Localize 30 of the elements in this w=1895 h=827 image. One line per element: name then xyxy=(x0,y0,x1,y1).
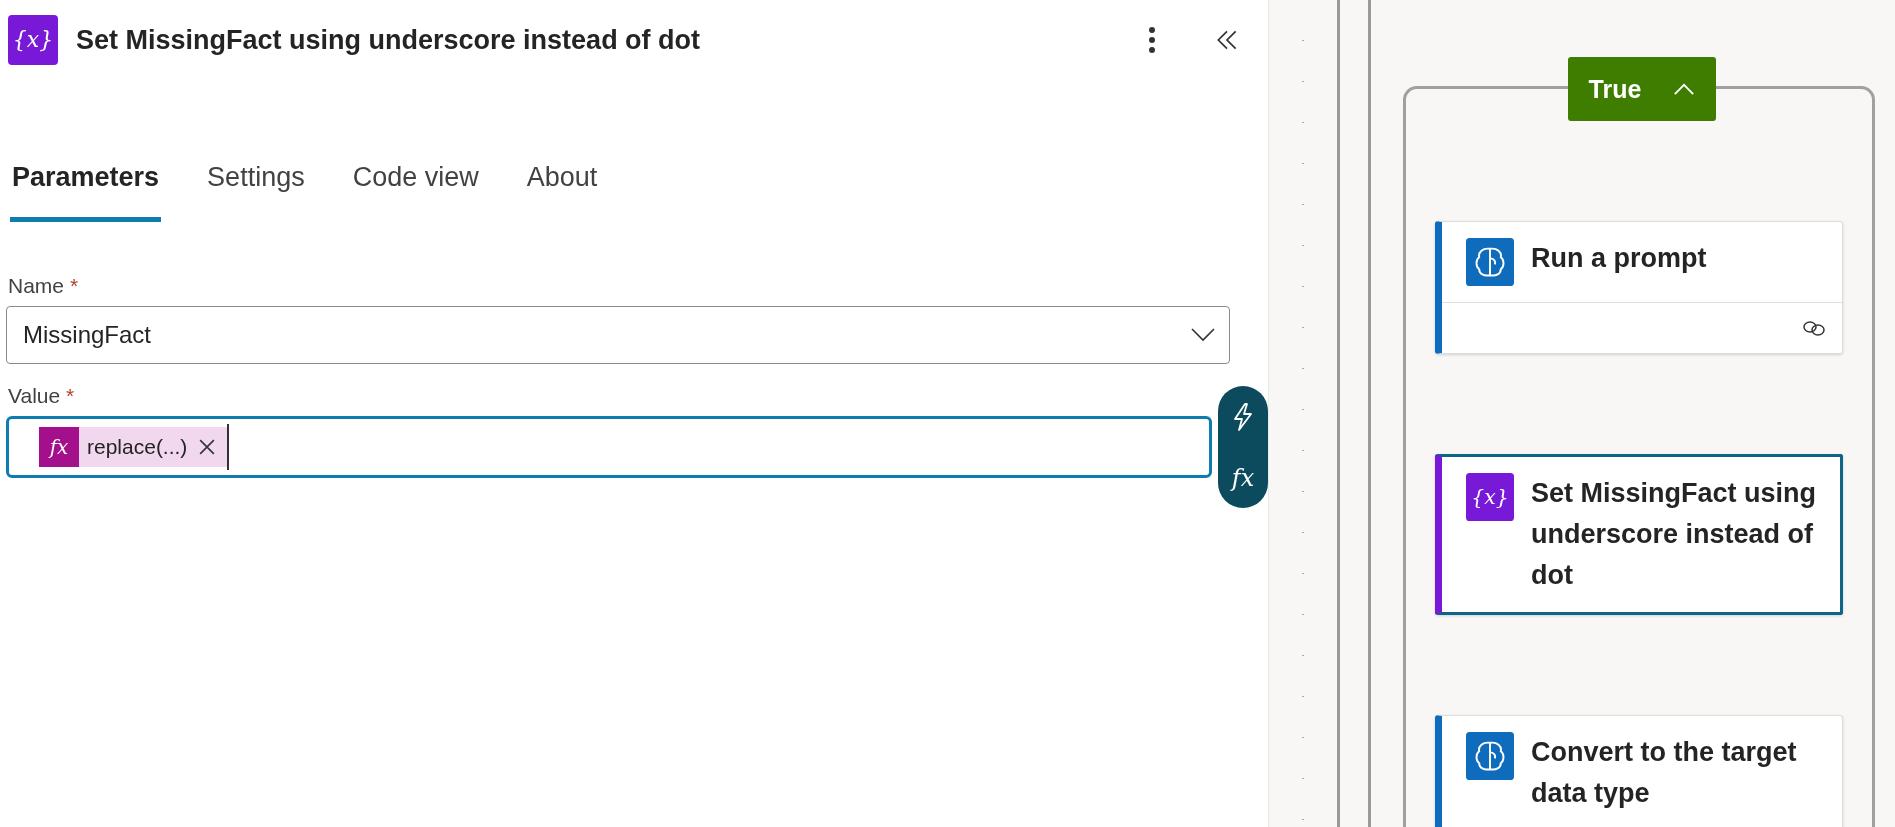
link-icon xyxy=(1802,320,1826,336)
brain-icon xyxy=(1466,238,1514,286)
tab[interactable]: About xyxy=(524,158,600,222)
chevron-up-icon xyxy=(1673,82,1696,96)
card-title: Convert to the target data type xyxy=(1531,736,1798,810)
function-icon[interactable]: fx xyxy=(1228,462,1258,493)
name-dropdown[interactable]: MissingFact xyxy=(6,306,1230,364)
chevron-down-icon xyxy=(1191,328,1215,342)
tab[interactable]: Parameters xyxy=(10,158,162,222)
branch-badge[interactable]: True xyxy=(1568,57,1716,121)
panel-title: Set MissingFact using underscore instead of dot xyxy=(76,24,701,56)
brain-icon xyxy=(1466,732,1514,780)
variable-icon: {x} xyxy=(1466,473,1514,521)
more-options-icon[interactable] xyxy=(1148,27,1156,53)
expression-token[interactable]: fx replace(...) xyxy=(39,427,228,467)
variable-icon: {x} xyxy=(8,15,58,65)
tab[interactable]: Code view xyxy=(350,158,481,222)
action-card[interactable]: {x} Set MissingFact using underscore instead of dot xyxy=(1435,454,1843,615)
remove-icon[interactable] xyxy=(199,439,216,455)
value-input-field[interactable]: fx replace(...) xyxy=(6,416,1212,478)
field-label: Value xyxy=(8,384,61,407)
required-mark: * xyxy=(69,274,79,297)
field-label: Name xyxy=(8,274,65,297)
card-title: Set MissingFact using underscore instead of dot xyxy=(1531,477,1818,592)
action-card[interactable]: Convert to the target data type xyxy=(1435,715,1843,827)
card-title: Run a prompt xyxy=(1531,242,1707,275)
required-mark: * xyxy=(66,384,75,407)
action-card[interactable]: Run a prompt xyxy=(1435,221,1843,354)
function-icon: fx xyxy=(39,427,79,467)
tab[interactable]: Settings xyxy=(205,158,307,222)
